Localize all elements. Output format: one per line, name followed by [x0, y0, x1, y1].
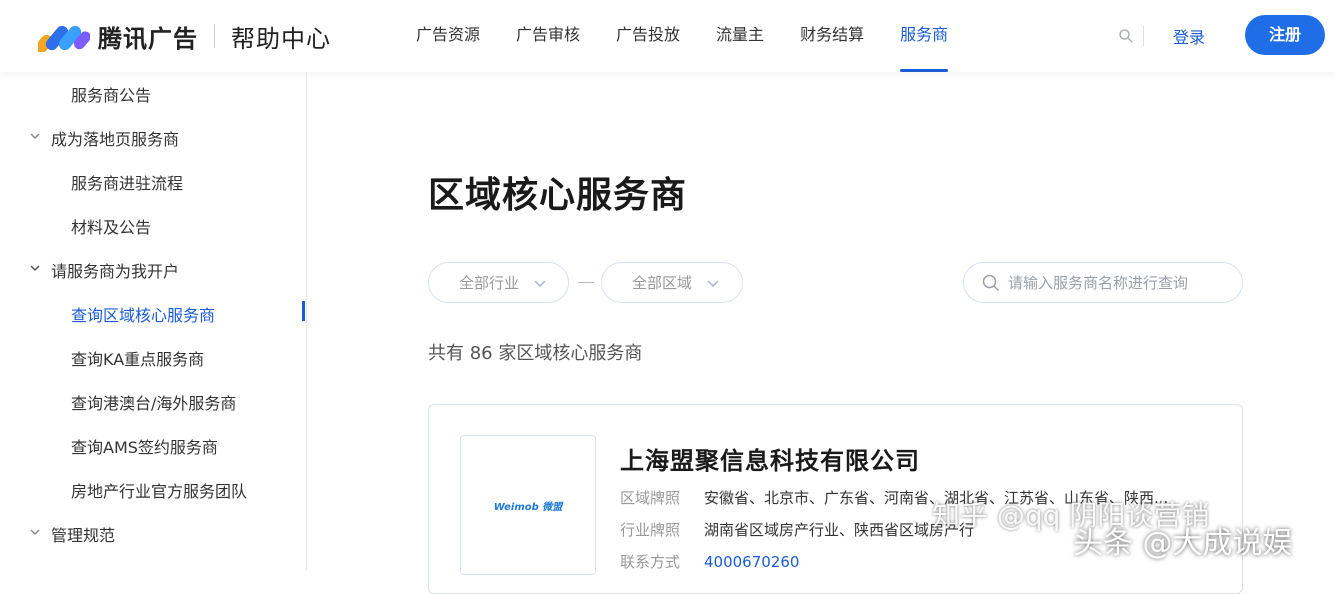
contact-label: 联系方式	[620, 553, 681, 571]
company-logo-text: Weimob 微盟	[493, 501, 563, 513]
sidebar-item-materials-notice[interactable]: 材料及公告	[71, 214, 151, 238]
sidebar-item-provider-notice[interactable]: 服务商公告	[71, 82, 151, 106]
chevron-down-icon	[534, 279, 546, 287]
contact-row: 联系方式 4000670260	[620, 551, 799, 572]
sidebar-group-become-landing-provider[interactable]: 成为落地页服务商	[51, 126, 179, 150]
sidebar-item-regional-core-providers[interactable]: 查询区域核心服务商	[71, 302, 215, 326]
sidebar-item-hk-overseas-providers[interactable]: 查询港澳台/海外服务商	[71, 390, 236, 414]
login-link[interactable]: 登录	[1173, 24, 1205, 48]
search-icon	[982, 274, 1000, 291]
page-title: 区域核心服务商	[428, 175, 688, 216]
nav-ad-review[interactable]: 广告审核	[498, 0, 598, 72]
main-nav: 广告资源 广告审核 广告投放 流量主 财务结算 服务商	[398, 0, 966, 72]
sidebar-group-open-account[interactable]: 请服务商为我开户	[51, 258, 179, 282]
logo[interactable]: 腾讯广告 帮助中心	[38, 18, 331, 54]
sidebar-item-real-estate-team[interactable]: 房地产行业官方服务团队	[71, 478, 247, 502]
industry-license-value: 湖南省区域房产行业、陕西省区域房产行	[704, 521, 975, 539]
header-divider	[1143, 26, 1144, 46]
logo-divider	[214, 24, 215, 48]
nav-finance[interactable]: 财务结算	[782, 0, 882, 72]
region-license-label: 区域牌照	[620, 489, 681, 507]
industry-license-row: 行业牌照 湖南省区域房产行业、陕西省区域房产行	[620, 519, 974, 540]
sidebar-item-ka-providers[interactable]: 查询KA重点服务商	[71, 346, 204, 370]
search-input[interactable]	[1008, 273, 1218, 292]
region-license-row: 区域牌照 安徽省、北京市、广东省、河南省、湖北省、江苏省、山东省、陕西...	[620, 487, 1168, 508]
company-logo: Weimob 微盟	[460, 435, 596, 575]
region-filter-value: 全部区域	[632, 274, 693, 292]
active-indicator	[302, 301, 305, 321]
sidebar-item-onboarding-process[interactable]: 服务商进驻流程	[71, 170, 183, 194]
nav-service-provider[interactable]: 服务商	[882, 0, 966, 72]
sidebar: 服务商公告 成为落地页服务商 服务商进驻流程 材料及公告 请服务商为我开户 查询…	[0, 72, 307, 570]
top-navigation-bar: 腾讯广告 帮助中心 广告资源 广告审核 广告投放 流量主 财务结算 服务商 登录…	[0, 0, 1335, 72]
chevron-down-icon	[707, 279, 719, 287]
brand-name: 腾讯广告	[98, 24, 198, 53]
sidebar-group-management-rules[interactable]: 管理规范	[51, 522, 115, 546]
region-license-value: 安徽省、北京市、广东省、河南省、湖北省、江苏省、山东省、陕西...	[704, 489, 1169, 507]
industry-filter-value: 全部行业	[459, 274, 520, 292]
chevron-down-icon[interactable]	[28, 261, 42, 275]
region-filter-dropdown[interactable]: 全部区域	[601, 262, 743, 303]
register-button[interactable]: 注册	[1245, 15, 1325, 55]
tencent-ads-logo-icon	[38, 25, 90, 52]
chevron-down-icon[interactable]	[28, 525, 42, 539]
provider-card[interactable]: Weimob 微盟 上海盟聚信息科技有限公司 区域牌照 安徽省、北京市、广东省、河…	[428, 404, 1243, 594]
chevron-down-icon[interactable]	[28, 129, 42, 143]
contact-phone[interactable]: 4000670260	[704, 553, 799, 571]
provider-search[interactable]	[963, 262, 1243, 303]
company-name[interactable]: 上海盟聚信息科技有限公司	[620, 441, 920, 476]
provider-count: 共有 86 家区域核心服务商	[428, 343, 643, 364]
help-center-title: 帮助中心	[231, 24, 331, 53]
sidebar-item-ams-providers[interactable]: 查询AMS签约服务商	[71, 434, 218, 458]
industry-license-label: 行业牌照	[620, 521, 681, 539]
search-icon[interactable]	[1118, 28, 1134, 44]
nav-ad-resources[interactable]: 广告资源	[398, 0, 498, 72]
industry-filter-dropdown[interactable]: 全部行业	[428, 262, 569, 303]
nav-ad-delivery[interactable]: 广告投放	[598, 0, 698, 72]
filter-separator	[578, 282, 594, 283]
nav-publisher[interactable]: 流量主	[698, 0, 782, 72]
